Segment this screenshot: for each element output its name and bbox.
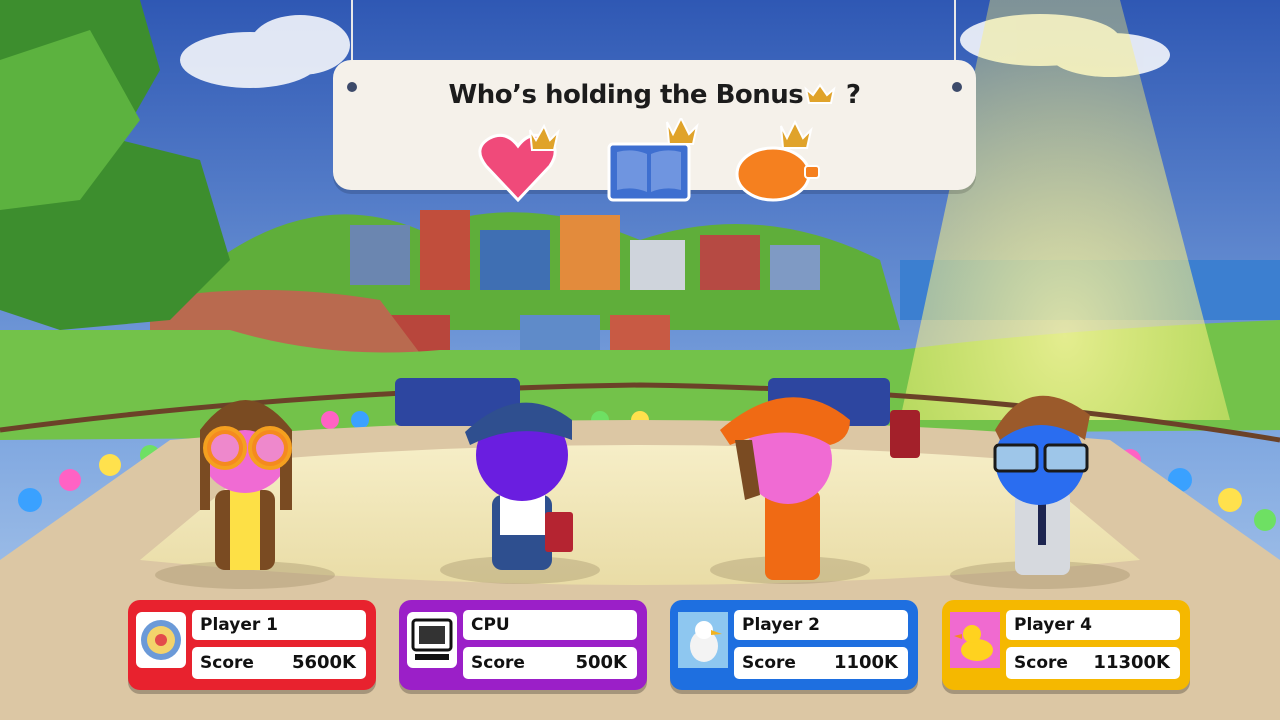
banner-title-suffix: ?	[845, 80, 861, 110]
player-card-cpu: CPU Score 500K	[399, 600, 647, 690]
score-label: Score	[1014, 653, 1068, 673]
score-value: 5600K	[291, 652, 356, 673]
player-card-player-1: Player 1 Score 5600K	[128, 600, 376, 690]
player-score-box: Score 1100K	[734, 647, 908, 679]
seagull-icon	[678, 612, 728, 668]
player-name: Player 1	[200, 615, 278, 635]
score-label: Score	[471, 653, 525, 673]
piggy-bank-icon[interactable]	[733, 119, 833, 210]
score-value: 500K	[575, 652, 627, 673]
wheel-of-fortune-icon	[136, 612, 186, 668]
player-name: Player 2	[742, 615, 820, 635]
player-card-player-4: Player 4 Score 11300K	[942, 600, 1190, 690]
player-name-box: Player 2	[734, 610, 908, 640]
book-icon[interactable]	[603, 115, 713, 208]
suitcase	[890, 410, 920, 458]
player-card-player-2: Player 2 Score 1100K	[670, 600, 918, 690]
player-name-box: Player 1	[192, 610, 366, 640]
score-label: Score	[200, 653, 254, 673]
player-name: CPU	[471, 615, 510, 635]
score-value: 11300K	[1093, 652, 1170, 673]
rubber-duck-icon	[950, 612, 1000, 668]
heart-icon[interactable]	[478, 122, 568, 203]
player-name-box: Player 4	[1006, 610, 1180, 640]
bonus-question-banner: Who’s holding the Bonus ?	[333, 60, 976, 203]
player-name: Player 4	[1014, 615, 1092, 635]
banner-title-text: Who’s holding the Bonus	[448, 80, 804, 110]
crown-icon	[803, 81, 837, 107]
player-score-box: Score 11300K	[1006, 647, 1180, 679]
player-score-box: Score 500K	[463, 647, 637, 679]
score-value: 1100K	[833, 652, 898, 673]
player-score-box: Score 5600K	[192, 647, 366, 679]
banner-title: Who’s holding the Bonus ?	[333, 80, 976, 110]
player-name-box: CPU	[463, 610, 637, 640]
computer-icon	[407, 612, 457, 668]
score-label: Score	[742, 653, 796, 673]
